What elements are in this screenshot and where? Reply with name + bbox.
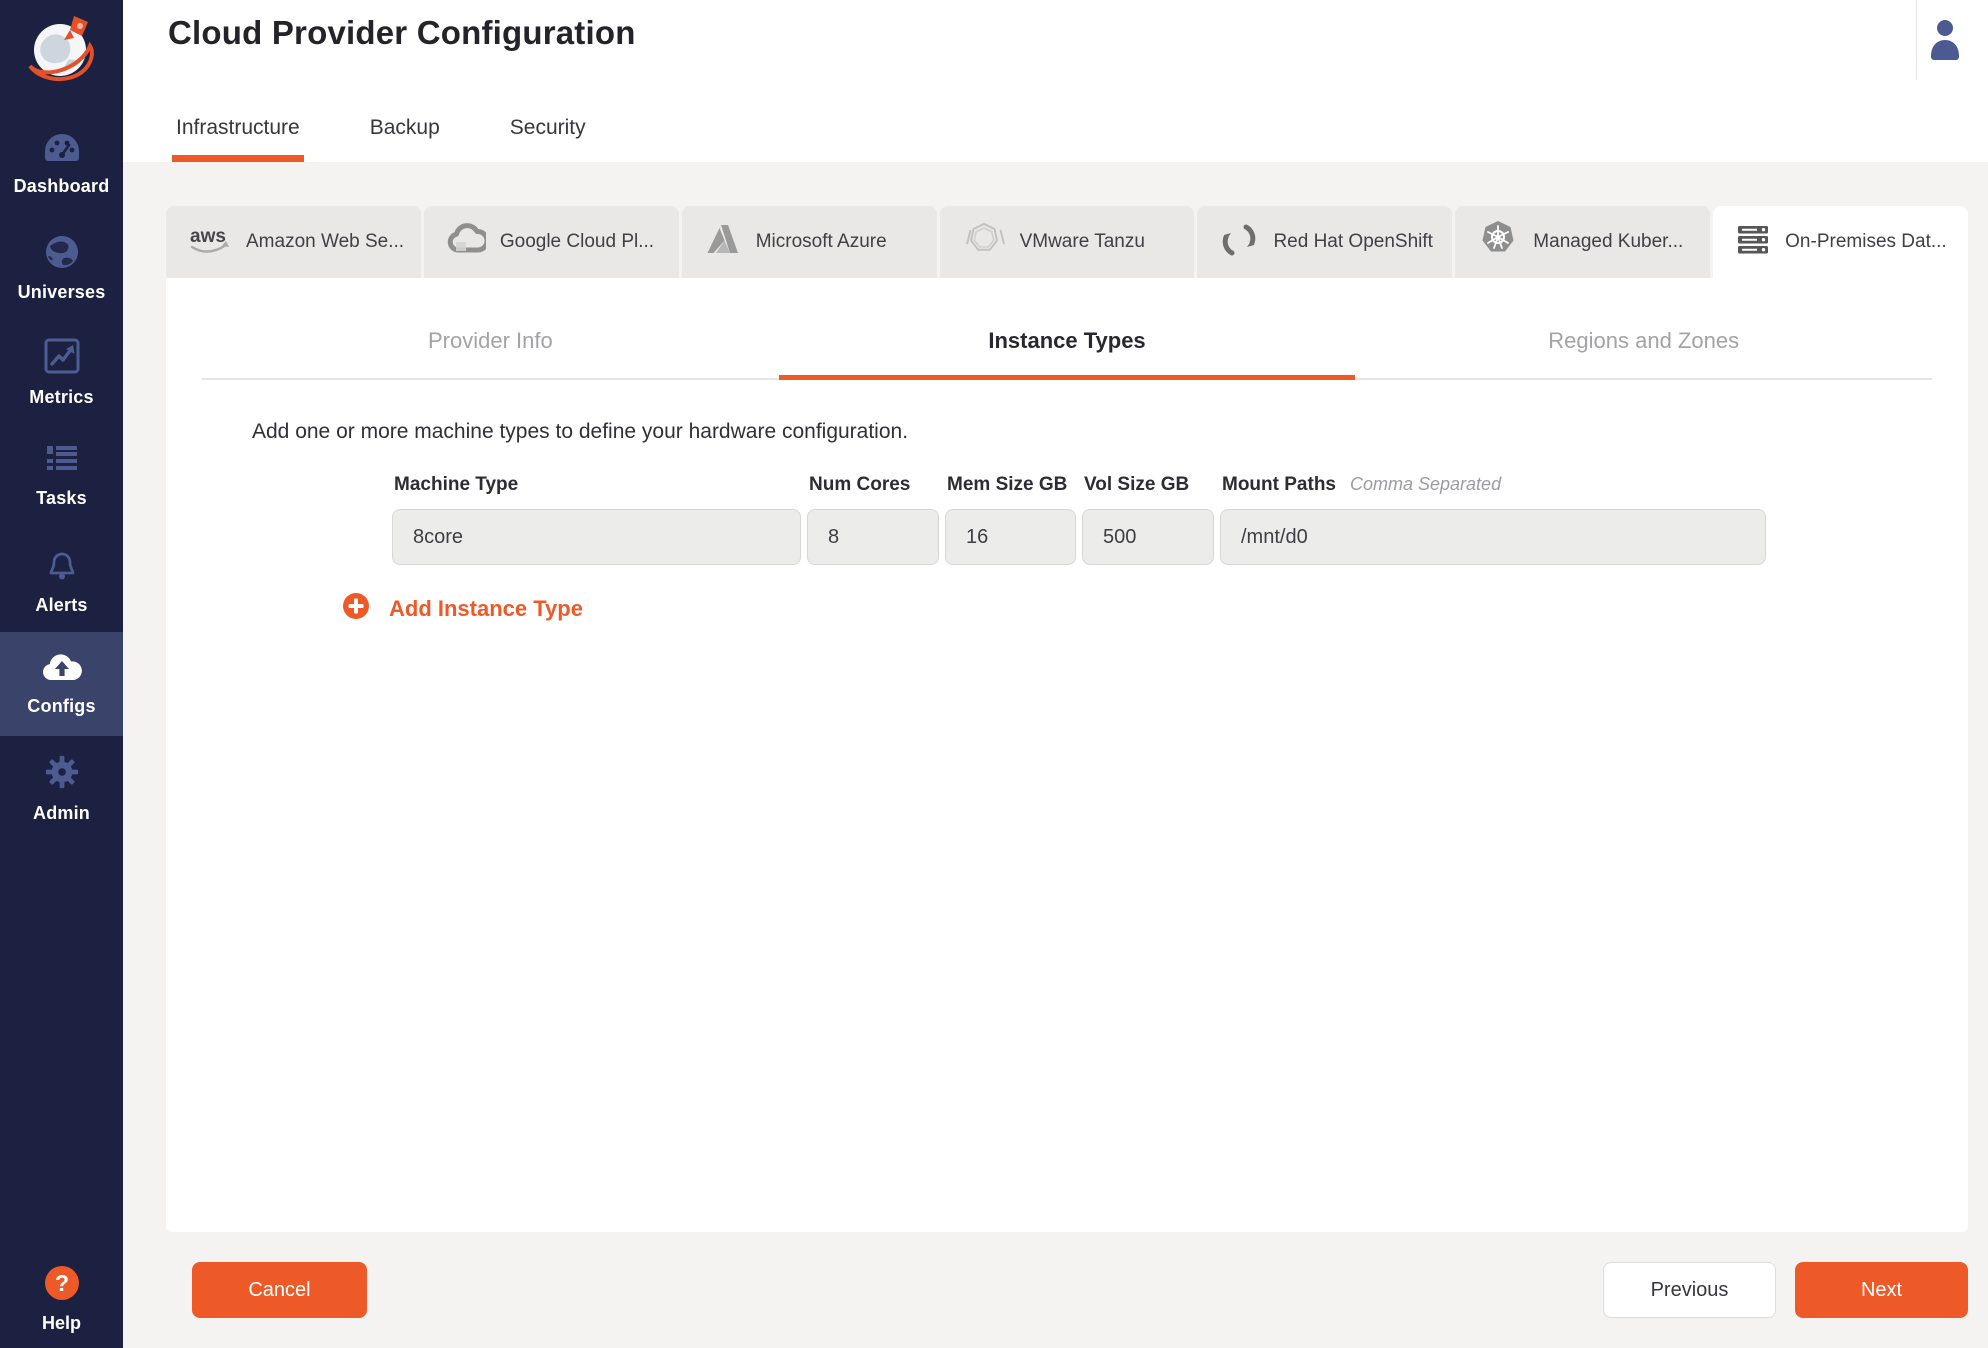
provider-tab-azure[interactable]: Microsoft Azure bbox=[682, 206, 937, 278]
tab-infrastructure[interactable]: Infrastructure bbox=[172, 116, 304, 162]
provider-tab-onprem[interactable]: On-Premises Dat... bbox=[1713, 206, 1968, 278]
universe-globe-icon bbox=[44, 234, 80, 275]
machine-type-group: Machine Type bbox=[392, 474, 801, 565]
next-button[interactable]: Next bbox=[1795, 1262, 1968, 1318]
provider-tab-vmware-tanzu[interactable]: VMware Tanzu bbox=[940, 206, 1195, 278]
mem-size-group: Mem Size GB bbox=[945, 474, 1076, 565]
sidebar-item-tasks[interactable]: Tasks bbox=[0, 424, 123, 528]
sidebar: Dashboard Universes Metrics bbox=[0, 0, 123, 1348]
provider-tab-label: Microsoft Azure bbox=[756, 231, 887, 253]
user-person-icon bbox=[1924, 47, 1966, 64]
google-cloud-logo-icon bbox=[446, 220, 486, 265]
sidebar-item-label: Tasks bbox=[36, 488, 87, 509]
machine-type-input[interactable] bbox=[392, 509, 801, 565]
subtab-regions-zones[interactable]: Regions and Zones bbox=[1355, 278, 1932, 380]
mount-paths-hint: Comma Separated bbox=[1350, 474, 1501, 494]
admin-gear-icon bbox=[43, 753, 81, 796]
sidebar-item-universes[interactable]: Universes bbox=[0, 216, 123, 320]
app-logo[interactable] bbox=[0, 0, 123, 112]
content-area: aws Amazon Web Se... Google Cloud Pl... bbox=[123, 162, 1988, 1348]
mount-paths-input[interactable] bbox=[1220, 509, 1766, 565]
cancel-button[interactable]: Cancel bbox=[192, 1262, 367, 1318]
user-profile-button[interactable] bbox=[1924, 16, 1966, 60]
sidebar-item-label: Configs bbox=[27, 696, 95, 717]
managed-kubernetes-logo-icon bbox=[1477, 219, 1519, 266]
planet-rocket-logo-icon bbox=[22, 8, 102, 97]
provider-config-panel: Provider Info Instance Types Regions and… bbox=[166, 278, 1968, 1232]
provider-tab-aws[interactable]: aws Amazon Web Se... bbox=[166, 206, 421, 278]
tab-security[interactable]: Security bbox=[506, 116, 590, 162]
red-hat-openshift-logo-icon bbox=[1219, 220, 1259, 265]
alerts-bell-icon bbox=[43, 545, 81, 588]
add-instance-type-label: Add Instance Type bbox=[389, 596, 583, 622]
sidebar-item-label: Dashboard bbox=[14, 176, 110, 197]
aws-logo-icon: aws bbox=[188, 222, 232, 263]
plus-circle-icon bbox=[342, 592, 370, 625]
provider-tab-kubernetes[interactable]: Managed Kuber... bbox=[1455, 206, 1710, 278]
sidebar-item-metrics[interactable]: Metrics bbox=[0, 320, 123, 424]
microsoft-azure-logo-icon bbox=[704, 221, 742, 264]
mount-paths-label: Mount PathsComma Separated bbox=[1222, 474, 1766, 496]
machine-type-label: Machine Type bbox=[394, 474, 801, 496]
main-area: Cloud Provider Configuration Infrastruct… bbox=[123, 0, 1988, 1348]
subtab-provider-info[interactable]: Provider Info bbox=[202, 278, 779, 380]
header-divider bbox=[1916, 0, 1917, 80]
previous-button[interactable]: Previous bbox=[1603, 1262, 1776, 1318]
num-cores-group: Num Cores bbox=[807, 474, 939, 565]
vol-size-label: Vol Size GB bbox=[1084, 474, 1214, 496]
dashboard-gauge-icon bbox=[41, 132, 83, 169]
provider-tab-label: Amazon Web Se... bbox=[246, 231, 404, 253]
subtab-instance-types[interactable]: Instance Types bbox=[779, 278, 1356, 380]
sidebar-item-dashboard[interactable]: Dashboard bbox=[0, 112, 123, 216]
num-cores-label: Num Cores bbox=[809, 474, 939, 496]
provider-tab-label: VMware Tanzu bbox=[1020, 231, 1145, 253]
vmware-tanzu-logo-icon bbox=[962, 220, 1006, 265]
provider-tab-openshift[interactable]: Red Hat OpenShift bbox=[1197, 206, 1452, 278]
tab-backup[interactable]: Backup bbox=[366, 116, 444, 162]
mem-size-label: Mem Size GB bbox=[947, 474, 1076, 496]
vol-size-group: Vol Size GB bbox=[1082, 474, 1214, 565]
metrics-chart-icon bbox=[43, 337, 81, 380]
provider-tabs: aws Amazon Web Se... Google Cloud Pl... bbox=[166, 206, 1968, 278]
footer-actions: Cancel Previous Next bbox=[166, 1232, 1968, 1348]
config-subtabs: Provider Info Instance Types Regions and… bbox=[202, 278, 1932, 380]
sidebar-item-alerts[interactable]: Alerts bbox=[0, 528, 123, 632]
sidebar-item-label: Alerts bbox=[35, 595, 87, 616]
configs-cloud-upload-icon bbox=[40, 652, 84, 689]
provider-tab-label: Managed Kuber... bbox=[1533, 231, 1683, 253]
provider-tab-label: Google Cloud Pl... bbox=[500, 231, 654, 253]
top-tabs: Infrastructure Backup Security bbox=[172, 116, 652, 162]
provider-tab-label: Red Hat OpenShift bbox=[1273, 231, 1432, 253]
mem-size-input[interactable] bbox=[945, 509, 1076, 565]
sidebar-item-label: Metrics bbox=[29, 387, 93, 408]
sidebar-item-label: Universes bbox=[18, 282, 106, 303]
on-premises-server-icon bbox=[1735, 224, 1771, 261]
num-cores-input[interactable] bbox=[807, 509, 939, 565]
tasks-list-icon bbox=[43, 444, 81, 481]
instance-type-row: Machine Type Num Cores Mem Size GB Vol S… bbox=[392, 474, 1968, 565]
vol-size-input[interactable] bbox=[1082, 509, 1214, 565]
sidebar-item-help[interactable]: ? Help bbox=[0, 1256, 123, 1348]
sidebar-item-label: Admin bbox=[33, 803, 90, 824]
provider-tab-label: On-Premises Dat... bbox=[1785, 231, 1947, 253]
sidebar-item-admin[interactable]: Admin bbox=[0, 736, 123, 840]
instance-types-instruction: Add one or more machine types to define … bbox=[252, 420, 1968, 444]
add-instance-type-button[interactable]: Add Instance Type bbox=[342, 592, 583, 625]
page-header: Cloud Provider Configuration Infrastruct… bbox=[123, 0, 1988, 162]
sidebar-item-label: Help bbox=[42, 1313, 81, 1334]
svg-text:aws: aws bbox=[190, 226, 226, 247]
help-icon: ? bbox=[43, 1264, 81, 1307]
svg-text:?: ? bbox=[54, 1270, 68, 1296]
page-title: Cloud Provider Configuration bbox=[168, 0, 1988, 52]
provider-tab-gcp[interactable]: Google Cloud Pl... bbox=[424, 206, 679, 278]
mount-paths-group: Mount PathsComma Separated bbox=[1220, 474, 1766, 565]
sidebar-item-configs[interactable]: Configs bbox=[0, 632, 123, 736]
